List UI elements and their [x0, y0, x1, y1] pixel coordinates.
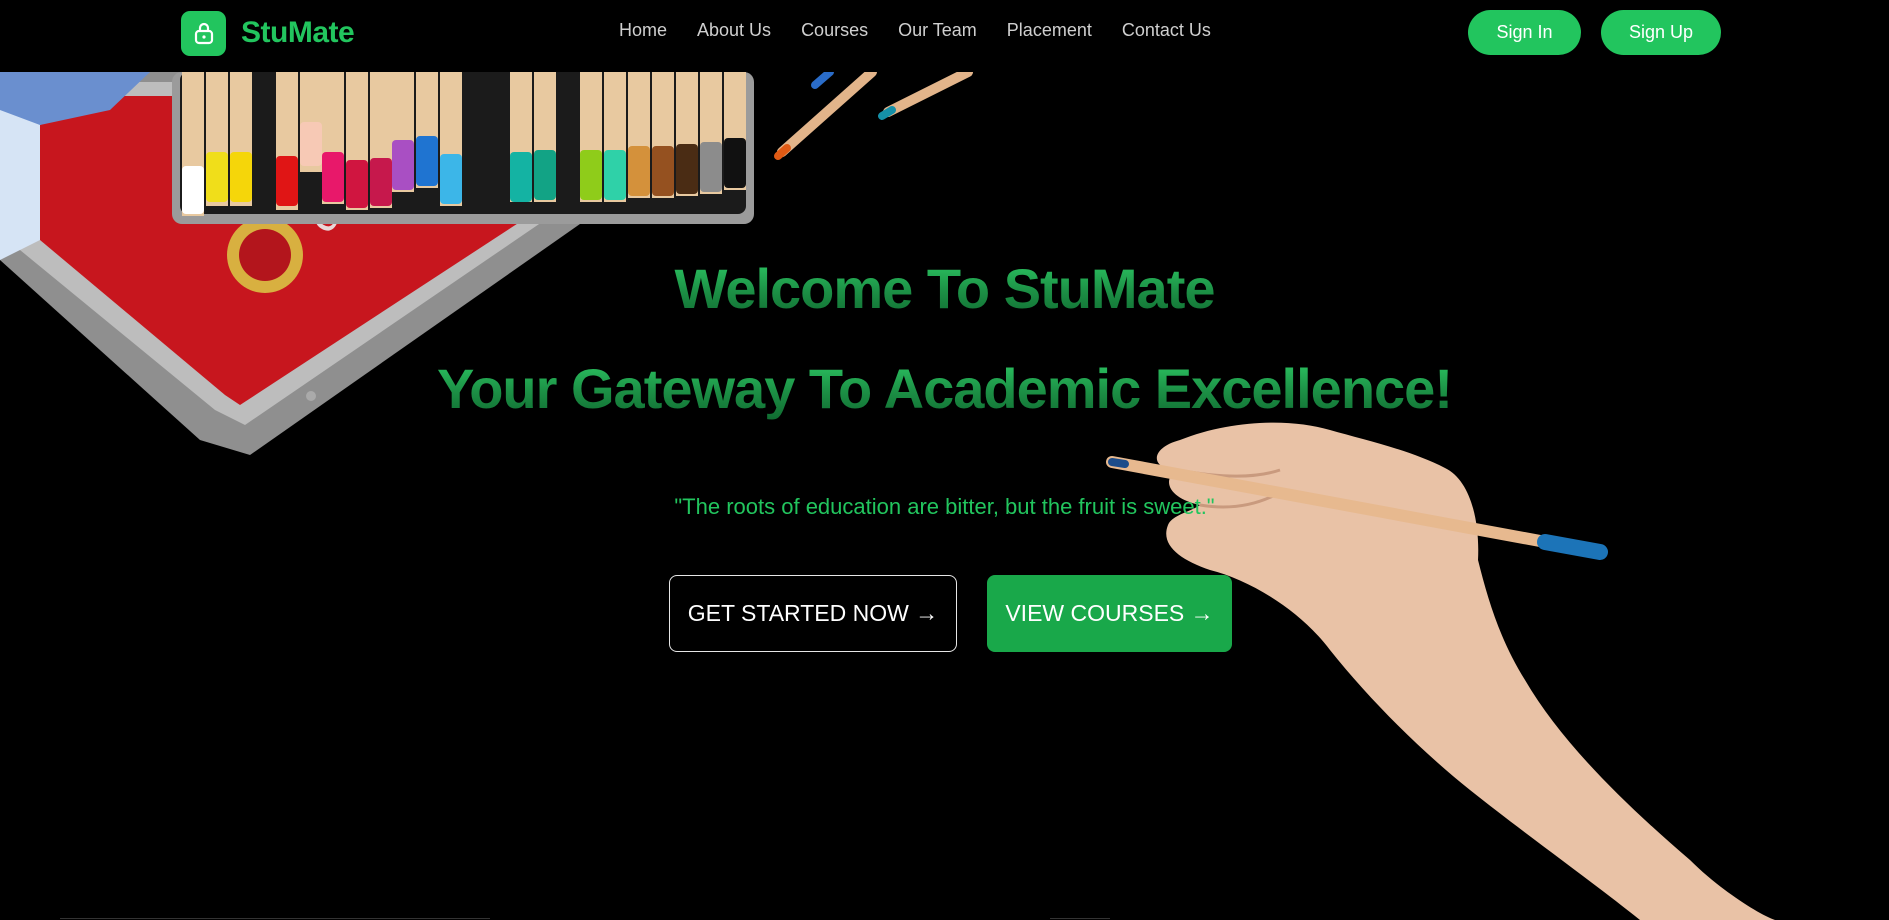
divider-left	[60, 918, 490, 919]
hero-quote: "The roots of education are bitter, but …	[674, 494, 1215, 519]
brand-name: StuMate	[241, 16, 355, 49]
view-courses-button[interactable]: VIEW COURSES →	[987, 575, 1232, 652]
hero-subtitle: Your Gateway To Academic Excellence!	[0, 356, 1889, 421]
hero-section: Welcome To StuMate Your Gateway To Acade…	[0, 0, 1889, 920]
sign-up-button[interactable]: Sign Up	[1601, 10, 1721, 55]
nav-item-placement[interactable]: Placement	[1007, 20, 1092, 41]
lock-icon	[181, 10, 226, 56]
get-started-button[interactable]: GET STARTED NOW →	[669, 575, 957, 652]
nav-item-courses[interactable]: Courses	[801, 20, 868, 41]
sign-in-button[interactable]: Sign In	[1468, 10, 1581, 55]
nav-menu: Home About Us Courses Our Team Placement…	[619, 20, 1241, 41]
hero-title: Welcome To StuMate	[0, 256, 1889, 321]
navbar: StuMate Home About Us Courses Our Team P…	[0, 0, 1889, 72]
page: GIO	[0, 0, 1889, 920]
nav-item-our-team[interactable]: Our Team	[898, 20, 977, 41]
divider-mid	[1050, 918, 1110, 919]
nav-item-contact-us[interactable]: Contact Us	[1122, 20, 1211, 41]
nav-item-about-us[interactable]: About Us	[697, 20, 771, 41]
nav-item-home[interactable]: Home	[619, 20, 667, 41]
brand-logo[interactable]: StuMate	[181, 10, 355, 56]
